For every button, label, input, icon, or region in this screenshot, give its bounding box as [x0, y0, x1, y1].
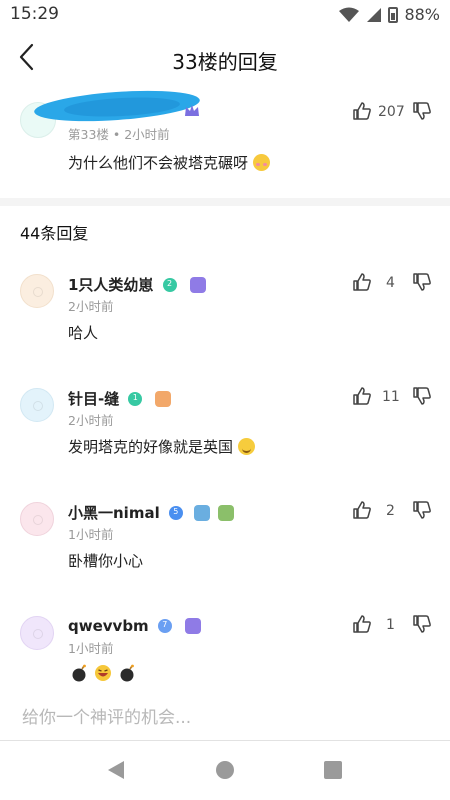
wifi-icon — [339, 7, 360, 22]
level-badge: 1 — [128, 392, 143, 406]
thumbs-down-icon[interactable] — [412, 101, 432, 121]
achievement-badge-icon — [189, 277, 206, 293]
blush-emoji-icon — [252, 154, 270, 171]
system-nav-bar — [0, 741, 450, 800]
signal-icon — [367, 7, 382, 22]
thumbs-up-icon[interactable] — [352, 386, 372, 406]
level-badge: 5 — [168, 506, 183, 520]
book-badge-icon — [218, 505, 234, 521]
reply-text: 发明塔克的好像就是英国 — [68, 438, 234, 456]
level-number: 2 — [167, 279, 173, 288]
title-bar: 33楼的回复 — [0, 36, 450, 82]
post-text: 为什么他们不会被塔克碾呀 — [68, 154, 249, 172]
avatar[interactable] — [20, 388, 54, 422]
level-badge: 7 — [157, 619, 172, 633]
like-count: 207 — [378, 104, 405, 120]
username[interactable]: qwevvbm — [68, 617, 149, 635]
comment-input-bar: 给你一个神评的机会... — [0, 686, 450, 740]
like-count: 4 — [386, 275, 395, 291]
post-content: 为什么他们不会被塔克碾呀 — [68, 152, 270, 173]
thumbs-up-icon[interactable] — [352, 500, 372, 520]
section-divider — [0, 198, 450, 206]
reply-content: 发明塔克的好像就是英国 — [68, 436, 255, 457]
laughing-emoji-icon — [95, 665, 111, 681]
reply-time: 1小时前 — [68, 527, 114, 542]
nav-recents-icon[interactable] — [324, 761, 342, 779]
battery-percent: 88% — [404, 5, 440, 24]
thumbs-up-icon[interactable] — [352, 614, 372, 634]
crown-badge-icon — [185, 105, 199, 116]
waves-badge-icon — [193, 505, 210, 521]
reply-time: 2小时前 — [68, 413, 114, 428]
bomb-emoji-icon — [72, 664, 86, 682]
level-number: 5 — [173, 507, 179, 516]
username[interactable]: 针目-缝 — [68, 390, 119, 408]
thumbs-down-icon[interactable] — [412, 500, 432, 520]
reply-item[interactable]: 1只人类幼崽 2 2小时前 哈人 4 — [0, 262, 450, 372]
post-meta: 第33楼 • 2小时前 — [68, 127, 170, 142]
username[interactable]: 1只人类幼崽 — [68, 276, 153, 294]
reply-time: 1小时前 — [68, 641, 114, 656]
thumbs-down-icon[interactable] — [412, 272, 432, 292]
reply-count-header: 44条回复 — [20, 224, 89, 243]
thumbs-up-icon[interactable] — [352, 101, 372, 121]
reply-text: 卧槽你小心 — [68, 552, 144, 570]
reply-text: 哈人 — [68, 324, 99, 342]
level-number: 7 — [162, 620, 168, 629]
comment-input[interactable]: 给你一个神评的机会... — [22, 703, 191, 728]
like-count: 11 — [382, 389, 400, 405]
smile-emoji-icon — [237, 438, 255, 455]
like-count: 2 — [386, 503, 395, 519]
achievement-badge-icon — [184, 618, 201, 634]
avatar[interactable] — [20, 502, 54, 536]
status-icons: 88% — [338, 5, 440, 24]
status-bar: 15:29 88% — [0, 0, 450, 32]
thumbs-up-icon[interactable] — [352, 272, 372, 292]
battery-icon — [388, 6, 399, 23]
reply-user-line: 小黑一nimal 5 — [68, 502, 234, 523]
bomb-emoji-icon — [120, 664, 134, 682]
username[interactable]: 小黑一nimal — [68, 504, 160, 522]
reply-user-line: 针目-缝 1 — [68, 388, 172, 409]
thumbs-down-icon[interactable] — [412, 386, 432, 406]
achievement-badge-icon — [155, 391, 172, 407]
reply-emojis — [70, 664, 136, 682]
reply-user-line: qwevvbm 7 — [68, 616, 201, 635]
level-number: 1 — [132, 393, 138, 402]
thumbs-down-icon[interactable] — [412, 614, 432, 634]
like-count: 1 — [386, 617, 395, 633]
nav-back-icon[interactable] — [108, 761, 124, 779]
level-badge: 2 — [162, 278, 177, 292]
reply-time: 2小时前 — [68, 299, 114, 314]
reply-item[interactable]: qwevvbm 7 1小时前 1 — [0, 604, 450, 686]
nav-home-icon[interactable] — [216, 761, 234, 779]
reply-item[interactable]: 小黑一nimal 5 1小时前 卧槽你小心 2 — [0, 490, 450, 600]
reply-user-line: 1只人类幼崽 2 — [68, 274, 206, 295]
reply-item[interactable]: 针目-缝 1 2小时前 发明塔克的好像就是英国 11 — [0, 376, 450, 486]
avatar[interactable] — [20, 616, 54, 650]
avatar[interactable] — [20, 274, 54, 308]
page-title: 33楼的回复 — [172, 50, 278, 74]
status-time: 15:29 — [10, 4, 59, 24]
